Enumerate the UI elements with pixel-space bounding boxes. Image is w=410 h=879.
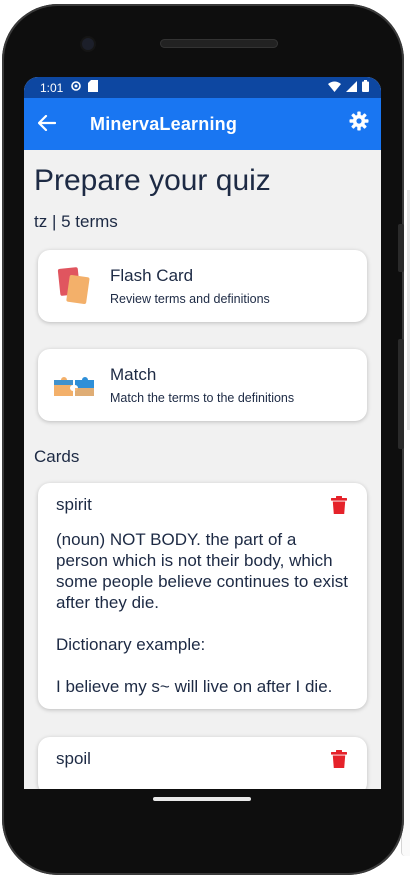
trash-icon[interactable] [331,496,347,514]
front-camera [82,38,94,50]
quiz-content: Prepare your quiz tz | 5 terms Flash Car… [24,164,381,789]
battery-icon [362,80,369,95]
quiz-subtitle: tz | 5 terms [34,212,118,231]
wifi-icon [328,81,341,95]
home-gesture-handle[interactable] [153,797,251,801]
system-nav-bar [24,789,381,869]
term-card: spoil [38,737,367,789]
cards-section-label: Cards [34,447,80,466]
mode-description: Review terms and definitions [110,292,270,306]
page-title: Prepare your quiz [34,164,271,197]
puzzle-match-icon [38,370,110,400]
mode-name: Match [110,365,157,384]
gear-icon[interactable] [349,111,369,137]
power-button [398,339,404,449]
settings-sync-icon [70,80,82,95]
signal-icon [346,80,357,95]
sd-card-icon [88,80,99,95]
flash-card-icon [38,266,110,306]
app-bar: MinervaLearning [24,98,381,150]
arrow-left-icon[interactable] [37,112,78,137]
term-card: spirit (noun) NOT BODY. the part of a pe… [38,483,367,709]
mode-name: Flash Card [110,266,194,285]
definition-text: (noun) NOT BODY. the part of a person wh… [56,530,349,696]
earpiece-speaker [160,39,278,48]
status-bar: 1:01 [24,77,381,98]
match-mode-card[interactable]: Match Match the terms to the definitions [38,349,367,421]
term-text: spirit [56,495,92,514]
flash-card-mode-card[interactable]: Flash Card Review terms and definitions [38,250,367,322]
trash-icon[interactable] [331,750,347,768]
status-time: 1:01 [40,80,64,95]
app-screen: 1:01 MinervaLearning Prepare your quiz t… [24,77,381,789]
volume-button [398,224,404,272]
term-text: spoil [56,749,91,768]
app-title: MinervaLearning [90,113,238,134]
mode-description: Match the terms to the definitions [110,391,295,405]
